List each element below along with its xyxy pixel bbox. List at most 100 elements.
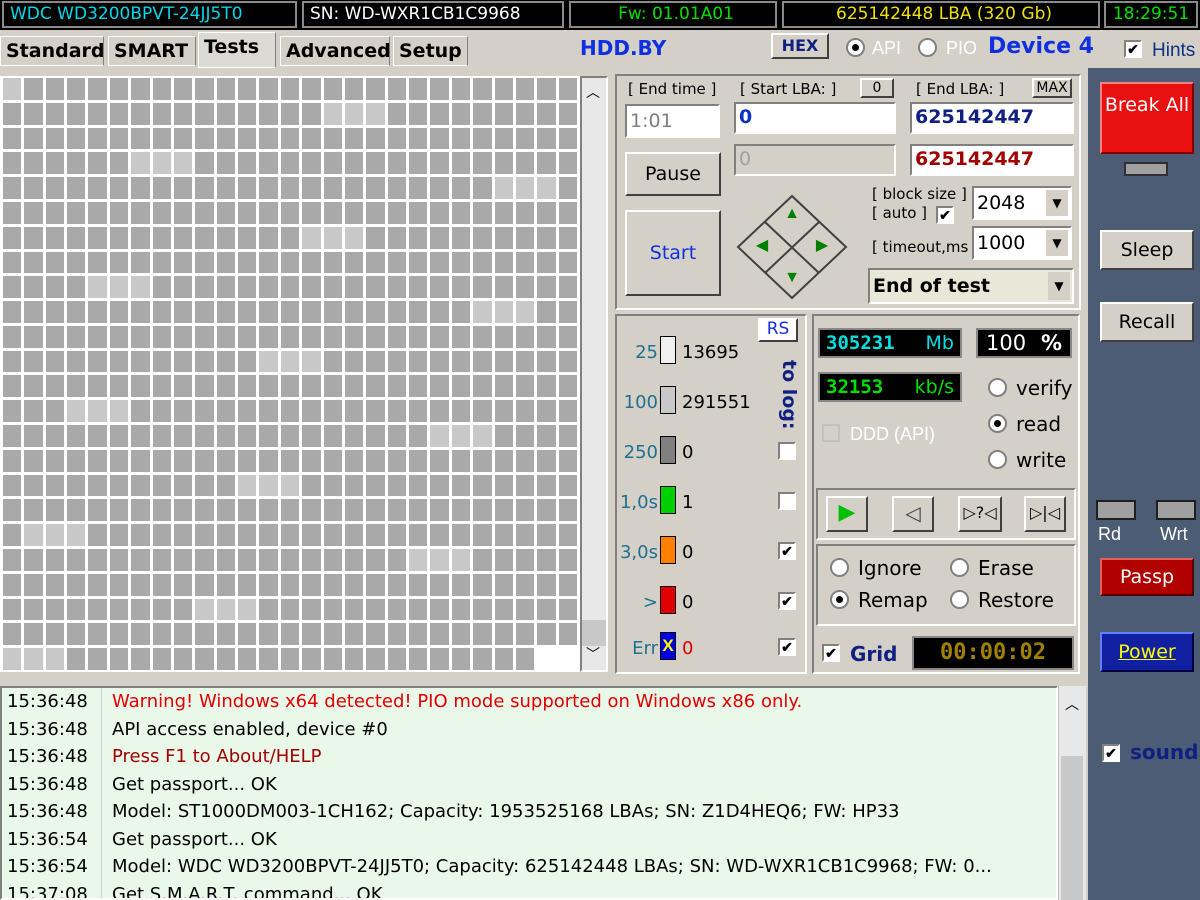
sleep-button[interactable]: Sleep xyxy=(1100,230,1194,270)
sector-block xyxy=(152,102,171,125)
auto-block-checkbox[interactable]: ✔ xyxy=(936,206,954,224)
play-backward-icon[interactable]: ◁ xyxy=(892,496,934,532)
sector-block xyxy=(344,524,364,547)
passport-button[interactable]: Passp xyxy=(1100,558,1194,596)
chevron-up-icon[interactable]: ︿ xyxy=(1065,694,1079,714)
write-led-label: Wrt xyxy=(1160,524,1188,544)
sector-block xyxy=(366,598,385,621)
log-threshold-checkbox[interactable]: ✔ xyxy=(778,638,796,656)
sector-block xyxy=(558,648,577,670)
sector-block xyxy=(409,276,428,299)
verify-radio[interactable] xyxy=(988,378,1007,397)
log-threshold-checkbox[interactable] xyxy=(778,442,796,460)
restore-radio[interactable] xyxy=(950,590,969,609)
log-threshold-checkbox[interactable]: ✔ xyxy=(778,592,796,610)
sector-block xyxy=(173,78,193,100)
tab-tests[interactable]: Tests xyxy=(198,32,276,68)
butterfly-icon[interactable]: ▷|◁ xyxy=(1024,496,1066,532)
dropdown-arrow-icon[interactable]: ▼ xyxy=(1048,272,1070,300)
sector-block xyxy=(238,400,257,423)
sector-block xyxy=(366,499,385,522)
grid-checkbox[interactable]: ✔ xyxy=(822,644,840,662)
sector-block xyxy=(323,201,342,224)
log-row: 15:37:08 Get S.M.A.R.T. command... OK xyxy=(2,880,1056,898)
sector-block xyxy=(323,524,342,547)
sector-block xyxy=(280,623,300,646)
read-radio[interactable] xyxy=(988,414,1007,433)
sector-block xyxy=(109,499,129,522)
dropdown-arrow-icon[interactable]: ▼ xyxy=(1046,190,1068,216)
sector-block xyxy=(494,425,513,447)
sector-block xyxy=(195,78,214,100)
power-button[interactable]: Power xyxy=(1100,632,1194,672)
sector-block xyxy=(323,127,342,150)
sector-block xyxy=(409,425,428,447)
tab-advanced[interactable]: Advanced xyxy=(280,36,391,66)
hex-button[interactable]: HEX xyxy=(771,33,829,59)
log-scrollbar[interactable]: ︿ xyxy=(1058,686,1086,900)
sector-block xyxy=(451,524,471,547)
sector-block xyxy=(280,474,300,497)
tab-standard[interactable]: Standard xyxy=(0,36,105,66)
chevron-up-icon[interactable]: ︿ xyxy=(586,82,600,102)
tab-smart[interactable]: SMART xyxy=(108,36,196,66)
pio-radio[interactable] xyxy=(918,38,937,57)
sound-checkbox[interactable]: ✔ xyxy=(1102,744,1120,762)
seek-navigator[interactable]: ▲ ◀ ▶ ▼ xyxy=(736,194,848,300)
erase-radio[interactable] xyxy=(950,558,969,577)
sector-block xyxy=(3,251,22,274)
sector-map-scrollbar[interactable]: ︿ ﹀ xyxy=(580,76,608,672)
api-radio[interactable] xyxy=(846,38,865,57)
log-time: 15:36:54 xyxy=(2,853,102,881)
sector-block xyxy=(323,375,342,398)
sector-block xyxy=(344,301,364,323)
sector-block xyxy=(24,549,43,571)
end-lba-input[interactable]: 625142447 xyxy=(910,102,1074,134)
start-button[interactable]: Start xyxy=(625,210,721,296)
sector-block xyxy=(45,276,65,299)
sector-block xyxy=(344,350,364,373)
block-size-select[interactable]: 2048 ▼ xyxy=(972,186,1072,220)
sector-block xyxy=(323,152,342,175)
sector-block xyxy=(515,350,535,373)
write-radio[interactable] xyxy=(988,450,1007,469)
sector-block xyxy=(67,226,86,249)
start-lba-input[interactable]: 0 xyxy=(734,102,896,134)
sector-block xyxy=(387,425,407,447)
sector-block xyxy=(216,524,236,547)
sector-block xyxy=(344,449,364,472)
play-forward-icon[interactable]: ▶ xyxy=(826,496,868,532)
ddd-checkbox[interactable] xyxy=(822,424,840,442)
start-lba-zero-button[interactable]: 0 xyxy=(860,78,894,98)
random-seek-icon[interactable]: ▷?◁ xyxy=(958,496,1002,532)
scrollbar-thumb[interactable] xyxy=(1061,756,1083,900)
end-action-select[interactable]: End of test ▼ xyxy=(868,268,1074,304)
recall-button[interactable]: Recall xyxy=(1100,302,1194,342)
reset-stats-button[interactable]: RS xyxy=(758,318,798,342)
sector-block xyxy=(537,301,556,323)
sector-block xyxy=(409,449,428,472)
pause-button[interactable]: Pause xyxy=(625,152,721,196)
tab-setup[interactable]: Setup xyxy=(393,36,468,66)
dropdown-arrow-icon[interactable]: ▼ xyxy=(1046,230,1068,256)
end-time-input[interactable]: 1:01 xyxy=(625,104,720,138)
sector-block xyxy=(88,375,107,398)
ignore-radio[interactable] xyxy=(830,558,849,577)
hints-checkbox[interactable]: ✔ xyxy=(1124,40,1142,58)
log-row: 15:36:54 Model: WDC WD3200BPVT-24JJ5T0; C… xyxy=(2,853,1056,881)
sector-block xyxy=(67,425,86,447)
end-lba-max-button[interactable]: MAX xyxy=(1032,78,1072,98)
sector-block xyxy=(131,127,150,150)
sector-block xyxy=(238,598,257,621)
sector-block xyxy=(558,598,577,621)
scrollbar-thumb[interactable] xyxy=(582,620,606,646)
sector-block xyxy=(473,375,492,398)
log-threshold-checkbox[interactable] xyxy=(778,492,796,510)
chevron-down-icon[interactable]: ﹀ xyxy=(586,644,600,664)
sector-block xyxy=(238,648,257,670)
remap-radio[interactable] xyxy=(830,590,849,609)
device-label: Device 4 xyxy=(988,34,1094,59)
log-threshold-checkbox[interactable]: ✔ xyxy=(778,542,796,560)
timeout-select[interactable]: 1000 ▼ xyxy=(972,226,1072,260)
break-all-button[interactable]: Break All xyxy=(1100,82,1194,154)
